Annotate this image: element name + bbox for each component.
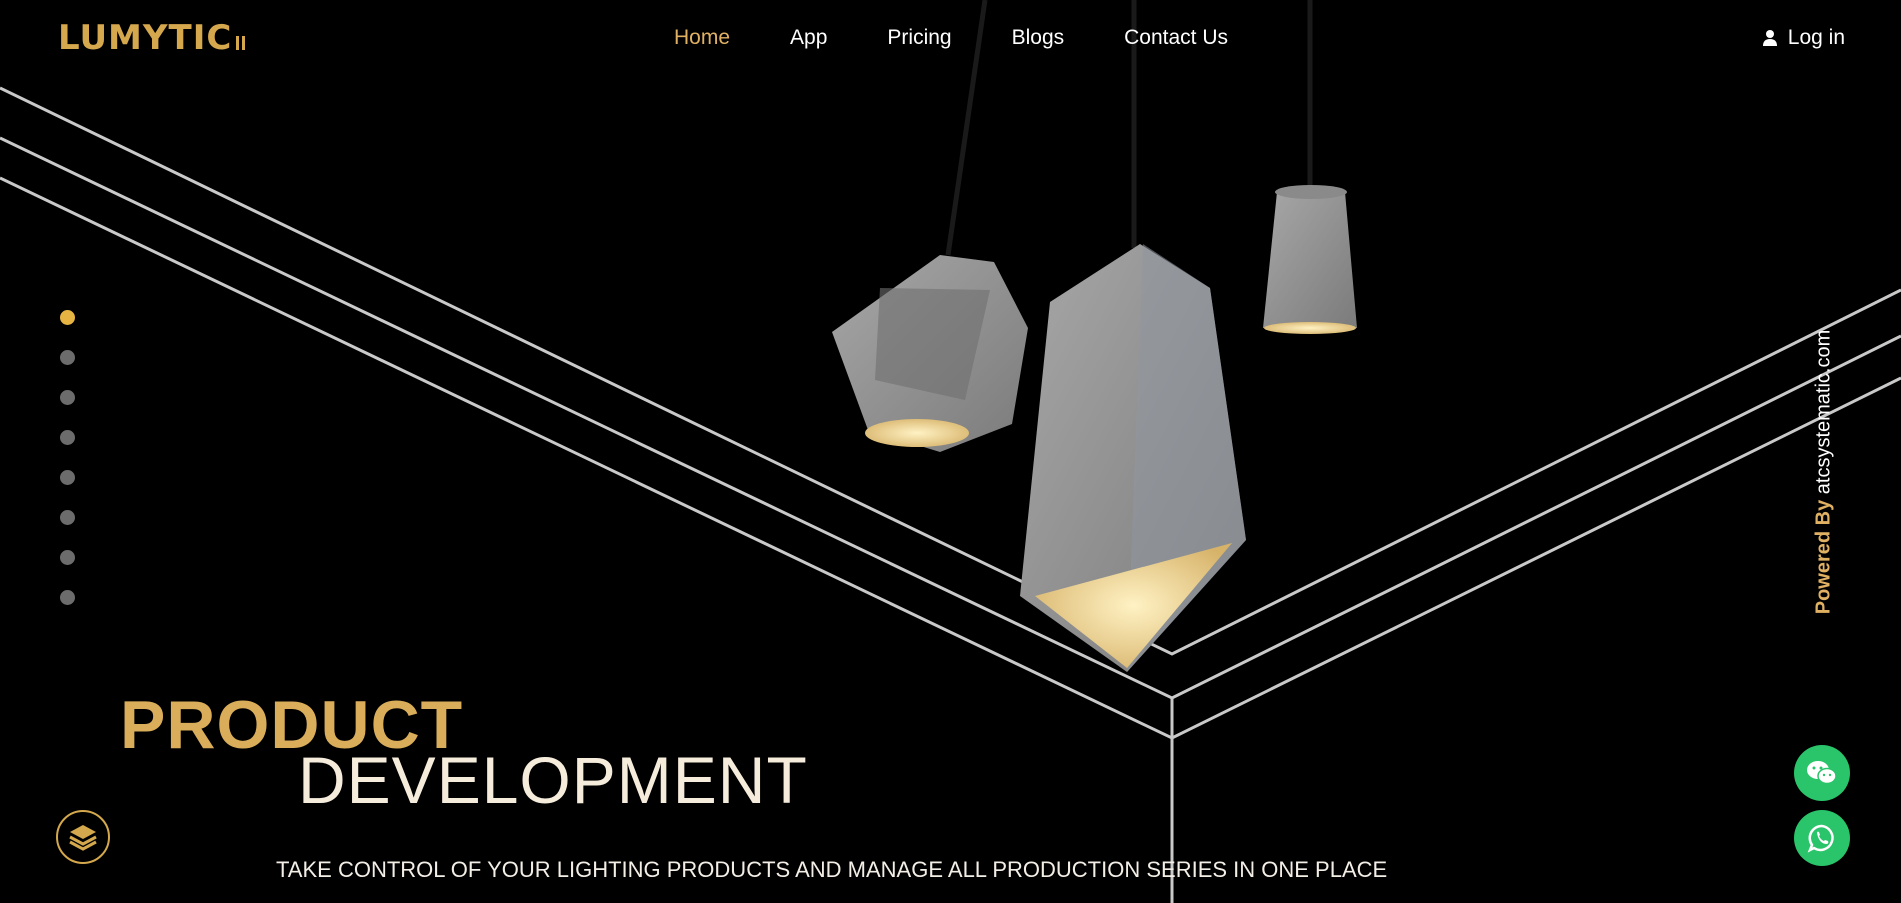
whatsapp-icon [1807,824,1834,853]
pendant-lamp-long [1020,244,1246,672]
main-nav: Home App Pricing Blogs Contact Us [674,26,1228,50]
light-rails [0,86,1901,903]
user-icon [1762,30,1777,46]
wechat-button[interactable] [1794,745,1850,801]
slide-dot-8[interactable] [60,590,75,605]
powered-by-label: Powered By [1812,499,1835,615]
wechat-icon [1807,761,1837,785]
slide-dot-4[interactable] [60,430,75,445]
site-header: LUMYTIC Home App Pricing Blogs Contact U… [0,0,1901,80]
hero-background-illustration [0,0,1901,903]
slide-dot-6[interactable] [60,510,75,525]
powered-by-site: atcsystematic.com [1812,329,1835,495]
login-label: Log in [1787,26,1845,49]
slide-dot-2[interactable] [60,350,75,365]
slide-pagination [60,310,75,605]
powered-by-link[interactable]: Powered By atcsystematic.com [1813,330,1836,615]
pendant-lamp-cone [1263,185,1357,334]
slide-dot-7[interactable] [60,550,75,565]
nav-item-pricing[interactable]: Pricing [887,26,951,50]
whatsapp-button[interactable] [1794,810,1850,866]
login-button[interactable]: Log in [1762,26,1845,50]
slide-dot-3[interactable] [60,390,75,405]
nav-item-app[interactable]: App [790,26,827,50]
slide-dot-5[interactable] [60,470,75,485]
hero-title-line2: DEVELOPMENT [298,743,808,817]
layers-button[interactable] [56,810,110,864]
brand-logo[interactable]: LUMYTIC [58,18,246,58]
pendant-lamp-geometric [832,255,1028,452]
logo-bars-icon [236,36,246,50]
layers-icon [69,825,97,851]
nav-item-blogs[interactable]: Blogs [1012,26,1065,50]
logo-text: LUMYTIC [58,18,233,58]
nav-item-home[interactable]: Home [674,26,730,50]
slide-dot-1[interactable] [60,310,75,325]
hero-tagline: TAKE CONTROL OF YOUR LIGHTING PRODUCTS A… [276,857,1388,882]
nav-item-contact-us[interactable]: Contact Us [1124,26,1228,50]
